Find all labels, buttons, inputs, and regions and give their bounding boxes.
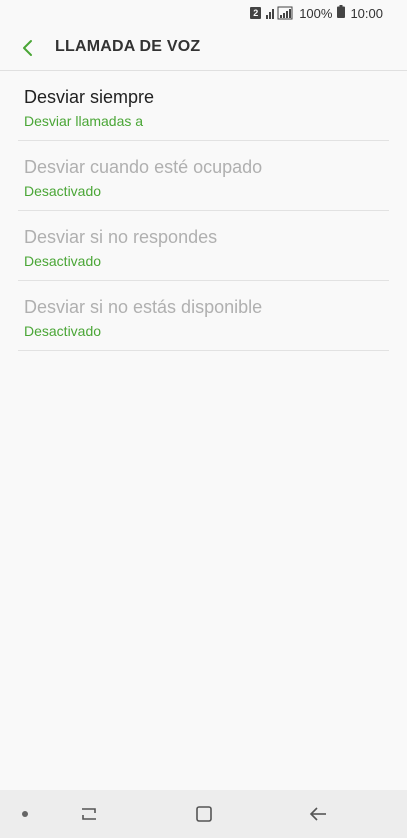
navigation-bar xyxy=(0,790,407,838)
battery-icon xyxy=(337,5,346,21)
dot-icon xyxy=(22,811,28,817)
clock: 10:00 xyxy=(350,5,383,21)
battery-percent: 100% xyxy=(299,5,333,21)
page-title: LLAMADA DE VOZ xyxy=(55,38,201,55)
item-subtitle: Desactivado xyxy=(24,323,102,339)
item-title: Desviar cuando esté ocupado xyxy=(24,157,263,177)
recents-button[interactable] xyxy=(75,800,103,828)
back-button[interactable] xyxy=(14,34,40,62)
item-title: Desviar si no respondes xyxy=(24,227,218,247)
status-bar: 2 100% 10:00 xyxy=(0,0,407,26)
item-subtitle: Desviar llamadas a xyxy=(24,113,144,129)
app-header: LLAMADA DE VOZ xyxy=(0,26,407,70)
chevron-left-icon xyxy=(23,40,32,56)
home-icon xyxy=(196,806,212,822)
item-title: Desviar si no estás disponible xyxy=(24,297,263,317)
back-arrow-icon xyxy=(309,807,326,821)
item-title: Desviar siempre xyxy=(24,87,155,107)
home-button[interactable] xyxy=(190,800,218,828)
list-item-forward-when-unreachable[interactable]: Desviar si no estás disponible Desactiva… xyxy=(18,281,389,351)
sim-badge: 2 xyxy=(250,7,262,19)
recents-icon xyxy=(82,808,96,820)
list-item-forward-when-busy[interactable]: Desviar cuando esté ocupado Desactivado xyxy=(18,141,389,211)
list-item-always-forward[interactable]: Desviar siempre Desviar llamadas a xyxy=(18,71,389,141)
status-icons: 2 100% 10:00 xyxy=(250,5,383,21)
item-subtitle: Desactivado xyxy=(24,183,102,199)
forwarding-options-list: Desviar siempre Desviar llamadas a Desvi… xyxy=(18,71,389,351)
item-subtitle: Desactivado xyxy=(24,253,102,269)
back-nav-button[interactable] xyxy=(304,800,332,828)
signal-icon xyxy=(266,6,294,20)
list-item-forward-when-unanswered[interactable]: Desviar si no respondes Desactivado xyxy=(18,211,389,281)
